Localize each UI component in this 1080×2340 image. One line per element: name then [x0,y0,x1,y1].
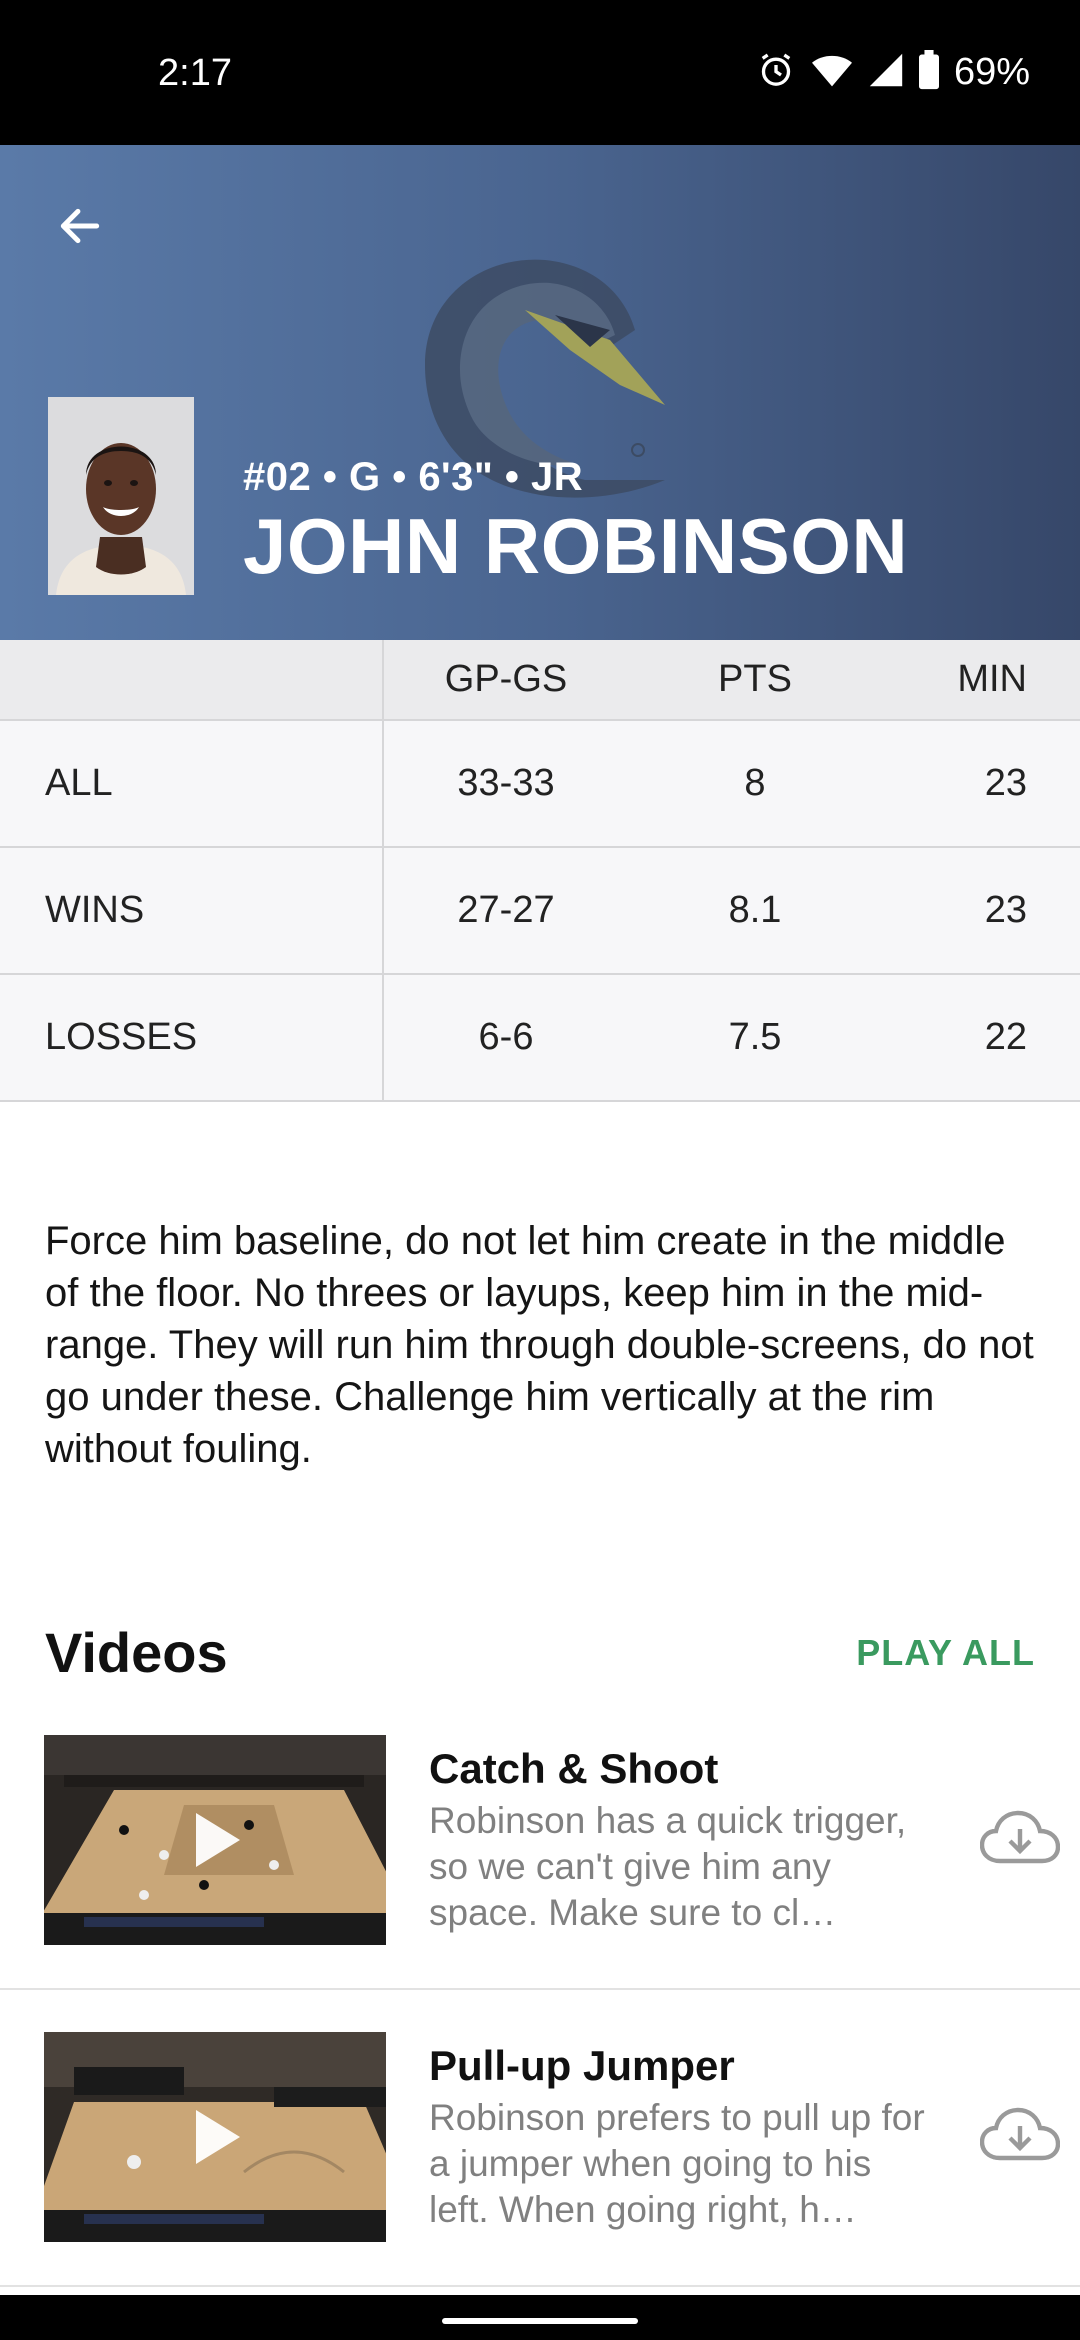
scouting-description: Force him baseline, do not let him creat… [45,1219,1034,1471]
video-description: Robinson has a quick trigger, so we can'… [429,1800,907,1933]
stats-min: 22 [984,1016,1027,1058]
signal-icon [868,50,904,95]
download-button[interactable] [980,1807,1060,1867]
stats-pts: 7.5 [728,1016,782,1058]
stats-header-row: GP-GS PTS MIN [0,640,1080,721]
player-header: #02 • G • 6'3" • JR JOHN ROBINSON [0,145,1080,640]
status-bar: 2:17 69% [0,0,1080,145]
arrow-left-icon [60,208,100,244]
alarm-icon [756,50,796,95]
home-gesture-handle[interactable] [442,2318,638,2324]
video-title: Pull-up Jumper [429,2042,735,2089]
stats-header-min: MIN [957,658,1027,700]
video-item[interactable]: Catch & Shoot Robinson has a quick trigg… [0,1695,1080,1990]
play-all-button[interactable]: PLAY ALL [856,1632,1035,1674]
stats-header-gp-gs: GP-GS [444,658,568,700]
video-item[interactable]: Pull-up Jumper Robinson prefers to pull … [0,1992,1080,2287]
stats-header-label [0,640,384,719]
stats-row-losses: LOSSES 6-6 7.5 22 [0,975,1080,1102]
stats-pts: 8 [744,762,766,804]
cloud-download-icon [980,1810,1060,1864]
player-name: JOHN ROBINSON [243,502,909,590]
stats-gp-gs: 33-33 [457,762,555,804]
stats-gp-gs: 6-6 [478,1016,534,1058]
stats-gp-gs: 27-27 [457,889,555,931]
stats-pts: 8.1 [728,889,782,931]
stats-row-label: LOSSES [0,975,384,1100]
wifi-icon [810,50,854,95]
battery-percent: 69% [953,51,1030,93]
stats-row-label: WINS [0,848,384,973]
status-icons: 69% [756,50,1030,95]
stats-min: 23 [984,762,1027,804]
stats-header-pts: PTS [718,658,792,700]
battery-icon [918,50,940,95]
stats-table: GP-GS PTS MIN ALL 33-33 8 23 WINS 27-27 … [0,640,1080,1102]
status-time: 2:17 [158,52,232,94]
video-thumbnail[interactable] [44,2032,386,2242]
player-photo [48,397,194,595]
stats-min: 23 [984,889,1027,931]
video-thumbnail[interactable] [44,1735,386,1945]
video-description: Robinson prefers to pull up for a jumper… [429,2097,925,2230]
videos-heading: Videos [45,1621,228,1684]
back-button[interactable] [44,190,116,262]
stats-row-wins: WINS 27-27 8.1 23 [0,848,1080,975]
video-title: Catch & Shoot [429,1745,719,1792]
stats-row-label: ALL [0,721,384,846]
download-button[interactable] [980,2104,1060,2164]
stats-row-all: ALL 33-33 8 23 [0,721,1080,848]
cloud-download-icon [980,2107,1060,2161]
player-meta: #02 • G • 6'3" • JR [243,455,584,499]
